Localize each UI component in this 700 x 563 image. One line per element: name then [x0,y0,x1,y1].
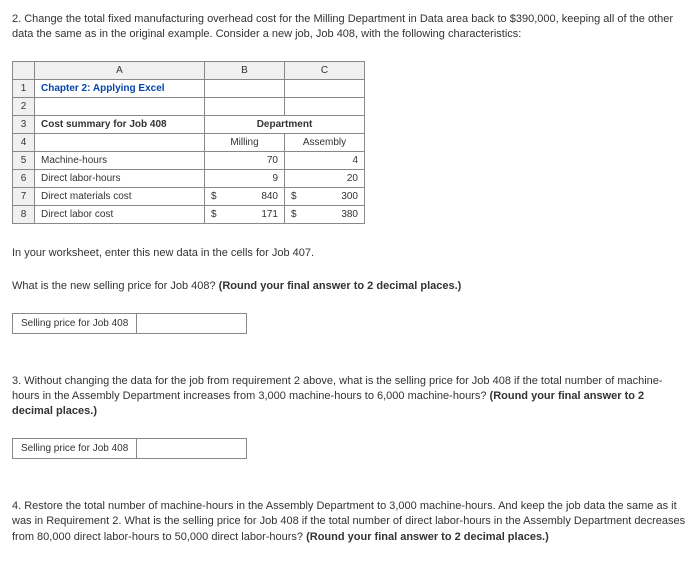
dmc-assembly: $300 [285,187,365,205]
direct-labor-hours-label: Direct labor-hours [35,169,205,187]
cost-summary-label: Cost summary for Job 408 [35,115,205,133]
question-3-text: 3. Without changing the data for the job… [12,374,688,420]
cell [35,133,205,151]
rounding-note: (Round your final answer to 2 decimal pl… [219,280,462,292]
q3-answer-input[interactable] [137,438,247,459]
dlc-milling: $171 [205,205,285,223]
chapter-link[interactable]: Chapter 2: Applying Excel [35,79,205,97]
milling-header: Milling [205,133,285,151]
q3-answer-label: Selling price for Job 408 [12,438,137,459]
cell [35,97,205,115]
q2-answer-input[interactable] [137,313,247,334]
question-4-text: 4. Restore the total number of machine-h… [12,499,688,545]
q2-instruction-2: What is the new selling price for Job 40… [12,279,688,294]
assembly-header: Assembly [285,133,365,151]
dlh-milling: 9 [205,169,285,187]
corner-cell [13,61,35,79]
row-num: 6 [13,169,35,187]
row-num: 4 [13,133,35,151]
cell [285,79,365,97]
rounding-note: (Round your final answer to 2 decimal pl… [306,531,549,543]
question-2-text: 2. Change the total fixed manufacturing … [12,12,688,43]
mh-assembly: 4 [285,151,365,169]
row-num: 2 [13,97,35,115]
col-header-b: B [205,61,285,79]
q3-answer-row: Selling price for Job 408 [12,438,688,459]
department-header: Department [205,115,365,133]
dlc-assembly: $380 [285,205,365,223]
cell [205,79,285,97]
dlh-assembly: 20 [285,169,365,187]
row-num: 5 [13,151,35,169]
row-num: 3 [13,115,35,133]
row-num: 8 [13,205,35,223]
direct-labor-cost-label: Direct labor cost [35,205,205,223]
row-num: 1 [13,79,35,97]
col-header-c: C [285,61,365,79]
job-408-table: A B C 1 Chapter 2: Applying Excel 2 3 Co… [12,61,365,224]
cell [285,97,365,115]
machine-hours-label: Machine-hours [35,151,205,169]
row-num: 7 [13,187,35,205]
q2-answer-label: Selling price for Job 408 [12,313,137,334]
dmc-milling: $840 [205,187,285,205]
col-header-a: A [35,61,205,79]
mh-milling: 70 [205,151,285,169]
q2-instruction-1: In your worksheet, enter this new data i… [12,246,688,261]
cell [205,97,285,115]
direct-materials-cost-label: Direct materials cost [35,187,205,205]
q2-answer-row: Selling price for Job 408 [12,313,688,334]
q2-prompt: What is the new selling price for Job 40… [12,280,219,292]
